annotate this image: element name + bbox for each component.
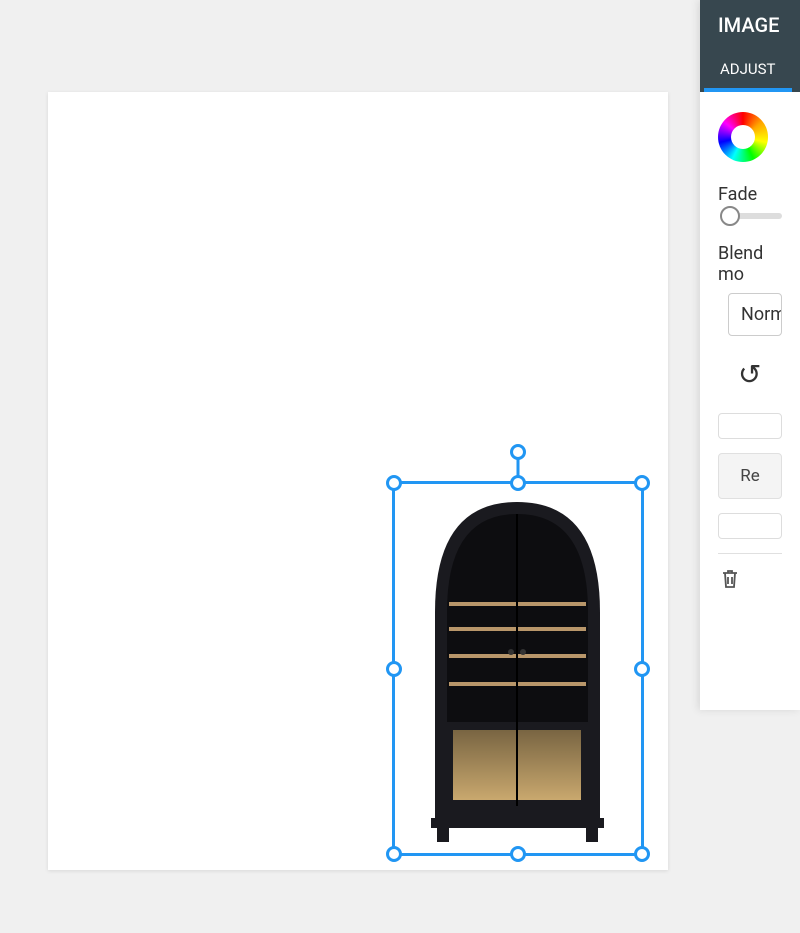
action-button-3[interactable] [718,513,782,539]
resize-handle-middle-left[interactable] [386,661,402,677]
fade-slider[interactable] [728,213,782,219]
tab-adjust[interactable]: ADJUST [704,50,792,92]
selected-image-object[interactable] [425,492,610,844]
panel-tabs: ADJUST [700,50,800,92]
fade-slider-thumb[interactable] [720,206,740,226]
blend-mode-label: Blend mo [718,243,782,285]
resize-handle-top-left[interactable] [386,475,402,491]
resize-handle-bottom-right[interactable] [634,846,650,862]
panel-title: IMAGE [700,0,800,50]
fade-label: Fade [718,184,782,205]
color-wheel-icon[interactable] [718,112,768,162]
resize-handle-bottom-middle[interactable] [510,846,526,862]
divider [718,553,782,554]
resize-handle-top-right[interactable] [634,475,650,491]
trash-icon[interactable] [718,568,782,596]
blend-mode-select[interactable]: Norma [728,293,782,336]
image-properties-panel: IMAGE ADJUST Fade Blend mo Norma ↺ Re [700,0,800,710]
resize-handle-middle-right[interactable] [634,661,650,677]
panel-content: Fade Blend mo Norma ↺ Re [700,92,800,606]
resize-handle-top-middle[interactable] [510,475,526,491]
action-button-re[interactable]: Re [718,453,782,499]
action-button-1[interactable] [718,413,782,439]
undo-icon[interactable]: ↺ [738,358,782,391]
resize-handle-bottom-left[interactable] [386,846,402,862]
